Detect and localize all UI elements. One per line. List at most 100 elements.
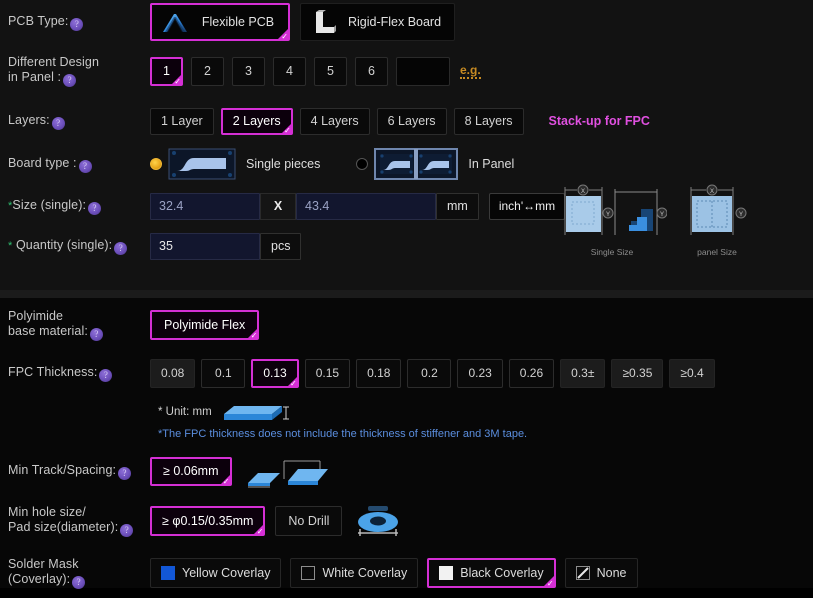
help-icon-polyimide[interactable]: ? <box>89 328 103 341</box>
option-rigid-flex-board-label: Rigid-Flex Board <box>347 15 442 29</box>
option-polyimide-flex[interactable]: Polyimide Flex <box>150 310 260 341</box>
help-icon-quantity[interactable]: ? <box>114 241 128 255</box>
option-6-layers[interactable]: 6 Layers <box>376 107 447 135</box>
option-thickness-0-13[interactable]: 0.13 <box>251 358 299 389</box>
help-icon-min-track-spacing[interactable]: ? <box>118 466 132 480</box>
option-black-coverlay[interactable]: Black Coverlay <box>427 558 556 589</box>
panel-size-diagram: X Y panel Size <box>679 183 755 257</box>
option-thickness-gte-0-4[interactable]: ≥0.4 <box>669 358 715 388</box>
different-design-options: 1 2 3 4 5 6 e.g. <box>150 56 481 87</box>
option-4-layers[interactable]: 4 Layers <box>299 107 370 135</box>
label-quantity: * Quantity (single):? <box>0 238 150 255</box>
option-none-coverlay[interactable]: None <box>564 558 638 588</box>
help-icon-min-hole-size[interactable]: ? <box>120 524 134 537</box>
option-design-3[interactable]: 3 <box>232 56 265 86</box>
help-icon-size[interactable]: ? <box>88 201 102 215</box>
unit-note-text: * Unit: mm <box>158 406 212 418</box>
option-hole-0-15-0-35mm[interactable]: ≥ φ0.15/0.35mm <box>150 506 266 537</box>
layers-options: 1 Layer 2 Layers 4 Layers 6 Layers 8 Lay… <box>150 107 650 136</box>
option-yellow-coverlay[interactable]: Yellow Coverlay <box>150 558 282 588</box>
option-white-coverlay[interactable]: White Coverlay <box>290 558 419 588</box>
size-x-separator: X <box>260 192 296 220</box>
none-coverlay-slash-icon <box>575 566 590 580</box>
fpc-thickness-options: 0.08 0.1 0.13 0.15 0.18 0.2 0.23 0.26 0.… <box>150 358 715 389</box>
label-min-track-spacing-text: Min Track/Spacing: <box>8 462 117 477</box>
option-2-layers[interactable]: 2 Layers <box>220 107 293 136</box>
option-thickness-0-18[interactable]: 0.18 <box>356 358 402 388</box>
row-polyimide: Polyimide base material:? Polyimide Flex <box>0 298 813 352</box>
stackup-for-fpc-link[interactable]: Stack-up for FPC <box>549 114 650 128</box>
option-white-coverlay-label: White Coverlay <box>322 566 408 580</box>
help-icon-solder-mask[interactable]: ? <box>72 576 86 589</box>
label-solder-mask-line2: (Coverlay): <box>8 572 71 586</box>
top-config-panel: PCB Type:? ✓ Flexible PCB Rigid-Flex Boa… <box>0 0 813 290</box>
bottom-config-panel: Polyimide base material:? Polyimide Flex… <box>0 298 813 589</box>
eg-hint[interactable]: e.g. <box>460 63 481 79</box>
option-design-1[interactable]: 1 <box>150 56 183 87</box>
drill-hole-illustration-icon <box>352 503 406 539</box>
option-8-layers[interactable]: 8 Layers <box>453 107 524 135</box>
label-min-hole-size-line1: Min hole size/ <box>8 505 86 519</box>
option-track-0-06mm[interactable]: ≥ 0.06mm <box>150 456 232 487</box>
option-rigid-flex-board[interactable]: Rigid-Flex Board <box>300 3 455 41</box>
option-design-3-label: 3 <box>245 64 252 78</box>
quantity-input[interactable]: 35 <box>150 232 260 260</box>
label-polyimide-line1: Polyimide <box>8 309 64 323</box>
help-icon-pcb-type[interactable]: ? <box>70 17 84 31</box>
option-thickness-0-18-label: 0.18 <box>367 366 391 380</box>
option-thickness-0-23[interactable]: 0.23 <box>457 358 503 388</box>
option-in-panel[interactable]: In Panel <box>356 147 514 181</box>
option-flexible-pcb[interactable]: Flexible PCB <box>150 3 290 42</box>
label-solder-mask-line1: Solder Mask <box>8 557 79 571</box>
label-pcb-type: PCB Type:? <box>0 14 150 31</box>
row-layers: Layers:? 1 Layer 2 Layers 4 Layers 6 Lay… <box>0 100 813 142</box>
option-thickness-0-3pm[interactable]: 0.3± <box>560 358 606 388</box>
help-icon-fpc-thickness[interactable]: ? <box>99 368 113 382</box>
label-fpc-thickness: FPC Thickness:? <box>0 365 150 382</box>
row-board-type: Board type :? Single pieces In Panel <box>0 142 813 186</box>
radio-single-pieces[interactable] <box>150 158 162 170</box>
fpc-thickness-notes: * Unit: mm *The FPC thickness does not i… <box>0 400 813 440</box>
option-design-2[interactable]: 2 <box>191 56 224 86</box>
option-thickness-0-13-label: 0.13 <box>263 366 287 380</box>
label-min-hole-size: Min hole size/ Pad size(diameter):? <box>0 505 150 537</box>
option-black-coverlay-label: Black Coverlay <box>460 566 544 580</box>
size-length-input[interactable]: 43.4 <box>296 192 436 220</box>
size-unit-label: mm <box>436 192 479 220</box>
option-no-drill[interactable]: No Drill <box>275 506 343 536</box>
size-x-label: X <box>273 199 283 213</box>
option-1-layer[interactable]: 1 Layer <box>150 107 214 135</box>
option-thickness-0-08-label: 0.08 <box>161 366 185 380</box>
label-board-type: Board type :? <box>0 156 150 173</box>
help-icon-different-design[interactable]: ? <box>63 74 77 87</box>
label-polyimide: Polyimide base material:? <box>0 309 150 341</box>
size-length-value: 43.4 <box>305 199 330 213</box>
option-thickness-0-08[interactable]: 0.08 <box>150 358 196 388</box>
label-fpc-thickness-text: FPC Thickness: <box>8 364 98 379</box>
help-icon-board-type[interactable]: ? <box>78 159 92 173</box>
size-width-input[interactable]: 32.4 <box>150 192 260 220</box>
label-quantity-text: Quantity (single): <box>15 237 113 252</box>
option-design-5[interactable]: 5 <box>314 56 347 86</box>
option-thickness-0-15[interactable]: 0.15 <box>304 358 351 388</box>
radio-in-panel[interactable] <box>356 158 369 170</box>
unit-convert-button[interactable]: inch'↔mm <box>488 192 566 220</box>
row-different-design: Different Design in Panel :? 1 2 3 4 5 6… <box>0 42 813 100</box>
option-single-pieces[interactable]: Single pieces <box>150 147 320 181</box>
option-thickness-0-26[interactable]: 0.26 <box>508 358 555 388</box>
thickness-slab-icon <box>218 400 290 424</box>
help-icon-layers[interactable]: ? <box>51 116 65 130</box>
unit-note: * Unit: mm <box>158 400 813 424</box>
option-thickness-0-2[interactable]: 0.2 <box>407 358 452 388</box>
min-track-spacing-options: ≥ 0.06mm <box>150 453 338 489</box>
min-hole-size-options: ≥ φ0.15/0.35mm No Drill <box>150 503 406 539</box>
option-design-4[interactable]: 4 <box>273 56 306 86</box>
option-thickness-gte-0-35[interactable]: ≥0.35 <box>611 358 664 388</box>
different-design-custom-input[interactable] <box>396 56 450 86</box>
label-pcb-type-text: PCB Type: <box>8 13 69 28</box>
row-solder-mask: Solder Mask (Coverlay):? Yellow Coverlay… <box>0 548 813 598</box>
flex-arch-icon <box>160 9 190 35</box>
option-design-6[interactable]: 6 <box>355 56 388 86</box>
option-design-1-label: 1 <box>163 64 170 78</box>
option-thickness-0-1[interactable]: 0.1 <box>201 358 246 388</box>
